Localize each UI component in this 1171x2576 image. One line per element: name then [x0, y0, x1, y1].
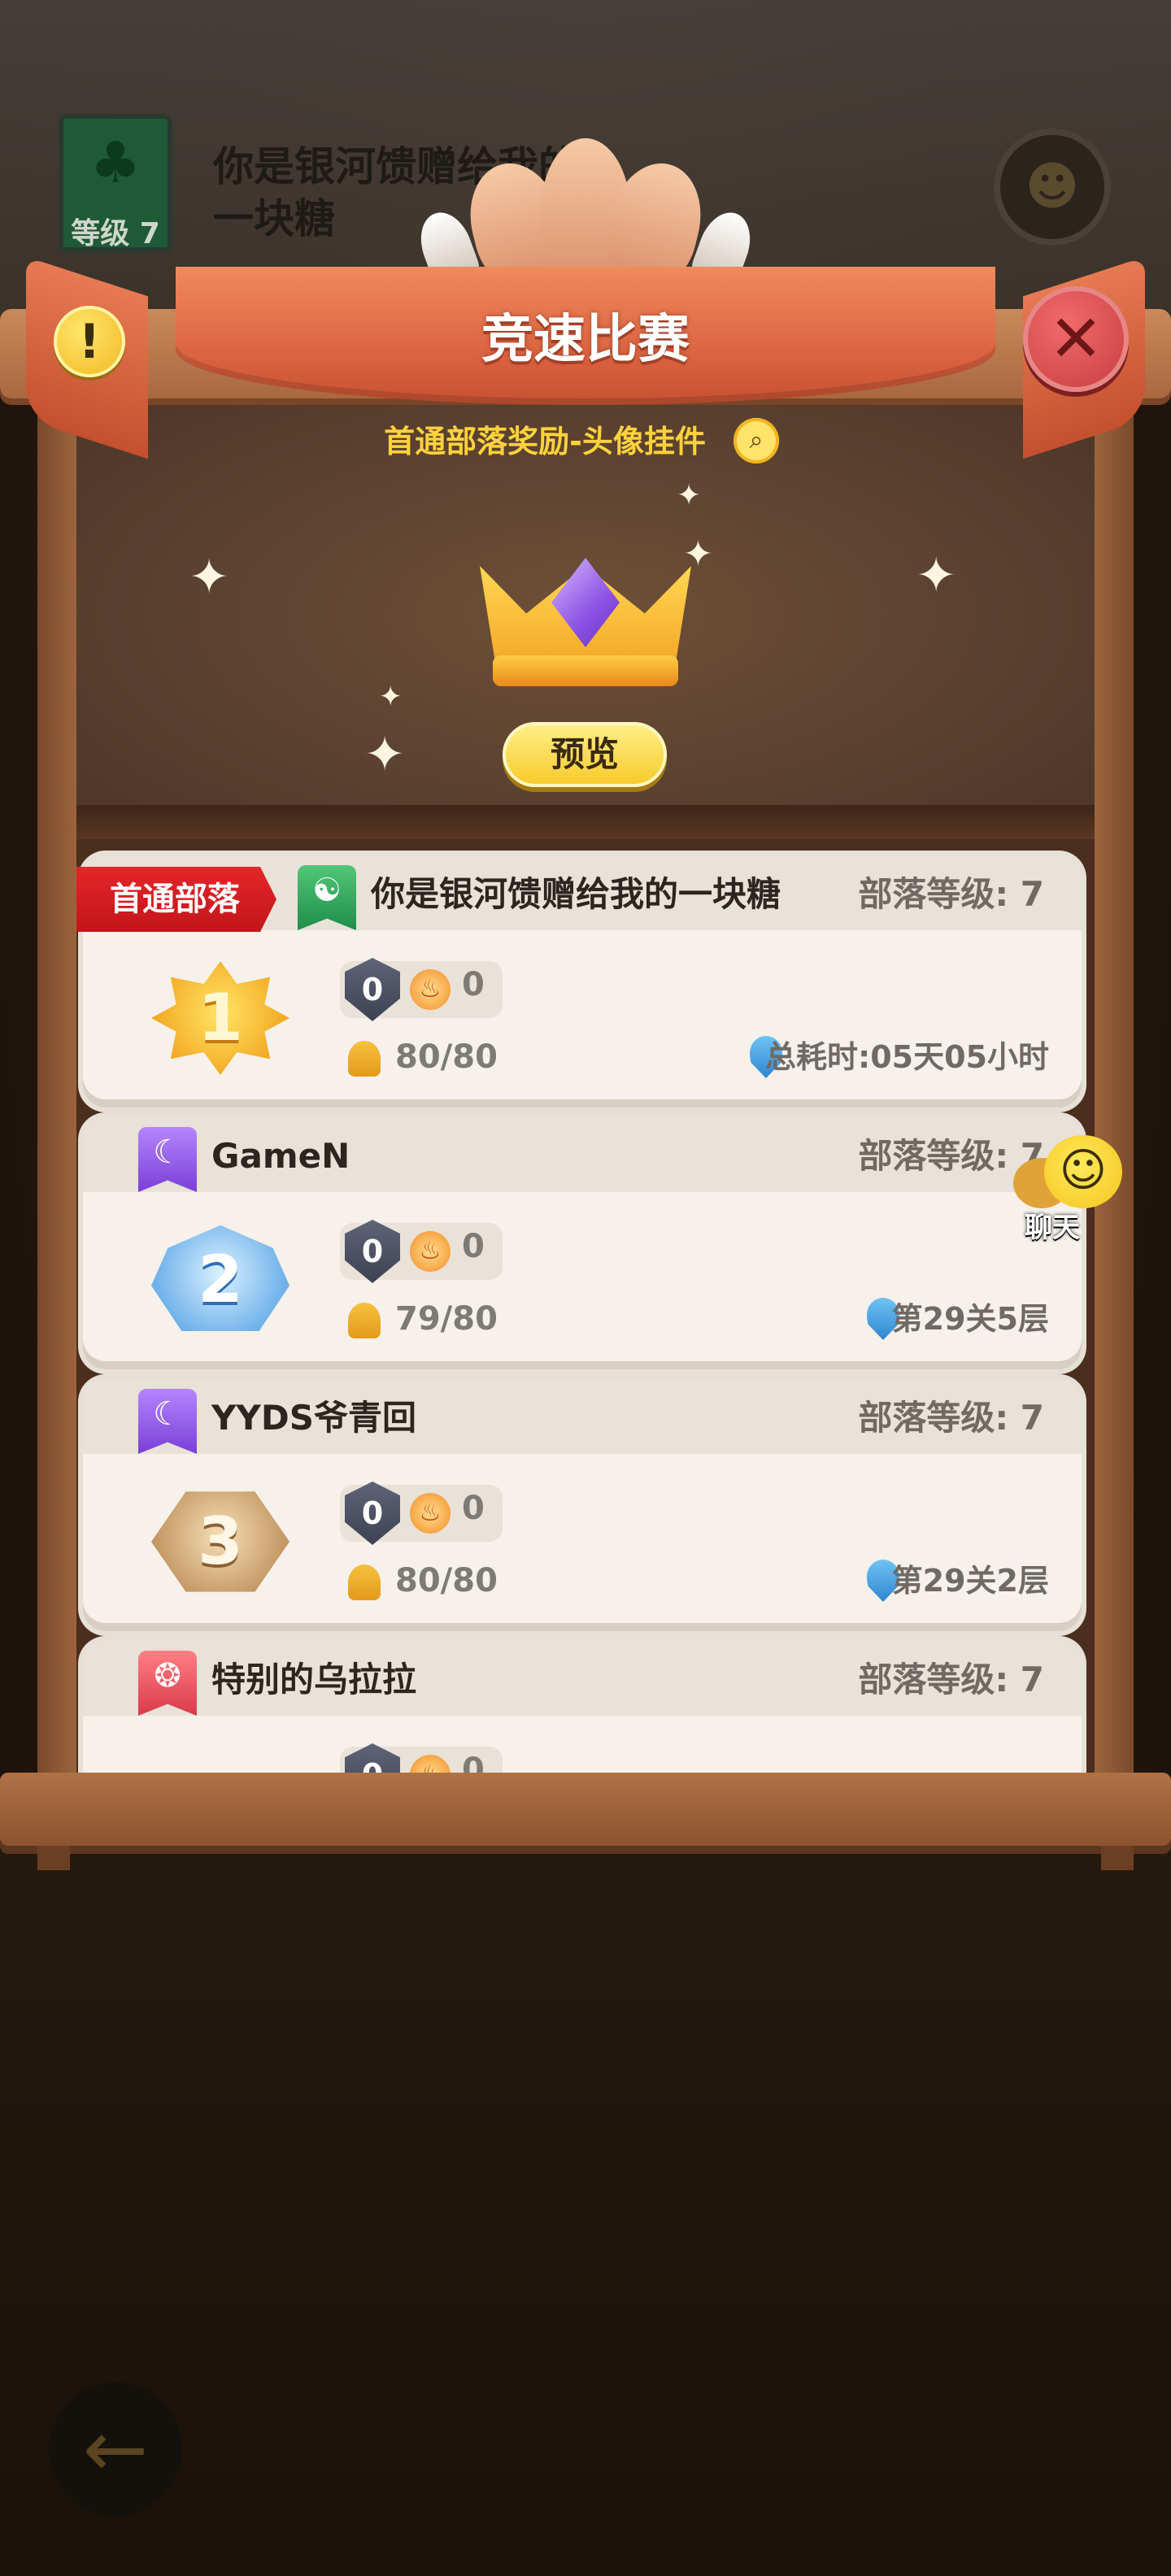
tribe-name: 你是银河馈赠给我的一块糖 — [371, 874, 781, 914]
dialog-title: 竞速比赛 — [481, 310, 690, 370]
frame-base — [0, 1773, 1171, 1846]
tribe-name: 特别的乌拉拉 — [211, 1660, 417, 1699]
sparkle-icon: ✦ — [916, 547, 957, 604]
reward-label: 首通部落奖励-头像挂件 — [384, 424, 706, 459]
fire-icon: ♨ — [410, 1493, 451, 1534]
tribe-level: 部落等级: 7 — [858, 1398, 1044, 1438]
sparkle-icon: ✦ — [379, 681, 403, 713]
member-icon — [348, 1564, 381, 1600]
shield-icon: 0 — [345, 958, 400, 1021]
fire-count: 0 — [462, 1490, 485, 1527]
member-count: 80/80 — [395, 1562, 498, 1599]
tribe-name: GameN — [211, 1136, 350, 1176]
score-pill: 0 ♨ 0 — [340, 1220, 503, 1283]
sparkle-icon: ✦ — [189, 549, 230, 606]
ranking-list[interactable]: ☯ 你是银河馈赠给我的一块糖 部落等级: 7 1 0 ♨ 0 80/80 总耗时… — [76, 846, 1095, 1779]
info-button[interactable]: ! — [54, 306, 125, 377]
first-clear-badge: 首通部落 — [76, 867, 276, 932]
close-x-icon: ✕ — [1048, 301, 1104, 376]
shield-icon: 0 — [345, 1220, 400, 1283]
progress-text: 第29关5层 — [891, 1301, 1049, 1337]
arrow-left-icon: ← — [82, 2404, 149, 2495]
frame-foot — [37, 1846, 70, 1870]
chat-label: 聊天 — [1025, 1212, 1080, 1244]
member-count: 80/80 — [395, 1038, 498, 1076]
ranking-row[interactable]: ❂ 特别的乌拉拉 部落等级: 7 0 ♨ 0 — [83, 1641, 1082, 1779]
tribe-level: 部落等级: 7 — [858, 874, 1044, 914]
palm-tree-icon: ♣ — [89, 129, 141, 196]
preview-button[interactable]: 预览 — [503, 722, 667, 787]
exclamation-icon: ! — [78, 314, 101, 369]
avatar: ☻ — [994, 128, 1111, 246]
frame-foot — [1101, 1846, 1134, 1870]
shield-icon: 0 — [345, 1482, 400, 1545]
fire-count: 0 — [462, 1228, 485, 1265]
progress-text: 总耗时:05天05小时 — [765, 1039, 1049, 1075]
player-level: 等级 7 — [71, 217, 160, 250]
fire-icon: ♨ — [410, 1231, 451, 1272]
fire-icon: ♨ — [410, 969, 451, 1010]
magnifier-icon[interactable]: ⌕ — [734, 418, 779, 463]
game-screen: ♣ 等级 7 你是银河馈赠给我的 一块糖 ☻ ← 首通部落奖励-头像挂件 ⌕ ✦… — [0, 0, 1171, 2576]
member-count: 79/80 — [395, 1300, 498, 1338]
sparkle-icon: ✦ — [364, 726, 406, 783]
ranking-row[interactable]: ☾ YYDS爷青回 部落等级: 7 3 0 ♨ 0 80/80 第29关2层 — [83, 1379, 1082, 1631]
player-tribe-banner: ♣ 等级 7 — [59, 114, 172, 252]
sparkle-icon: ✦ — [677, 479, 702, 512]
crown-icon — [470, 517, 701, 696]
ranking-row[interactable]: ☾ GameN 部落等级: 7 2 0 ♨ 0 79/80 第29关5层 — [83, 1117, 1082, 1369]
crown-band — [493, 655, 678, 686]
progress-text: 第29关2层 — [891, 1563, 1049, 1599]
tribe-name: YYDS爷青回 — [211, 1398, 416, 1438]
rank-medal-icon: 3 — [151, 1491, 289, 1592]
chat-button[interactable]: ☺ 聊天 — [1008, 1130, 1138, 1244]
back-button[interactable]: ← — [49, 2382, 182, 2516]
rank-medal-icon: 2 — [151, 1225, 289, 1331]
member-icon — [348, 1041, 381, 1077]
tribe-level: 部落等级: 7 — [858, 1660, 1044, 1699]
score-pill: 0 ♨ 0 — [340, 1482, 503, 1545]
reward-divider — [76, 805, 1095, 839]
close-button[interactable]: ✕ — [1023, 286, 1129, 392]
title-emblem — [411, 138, 760, 294]
score-pill: 0 ♨ 0 — [340, 958, 503, 1021]
rank-medal-icon: 1 — [151, 961, 289, 1075]
smiley-icon: ☺ — [1044, 1135, 1122, 1208]
fire-count: 0 — [462, 966, 485, 1003]
member-icon — [348, 1303, 381, 1338]
sparkle-icon: ✦ — [683, 533, 713, 575]
